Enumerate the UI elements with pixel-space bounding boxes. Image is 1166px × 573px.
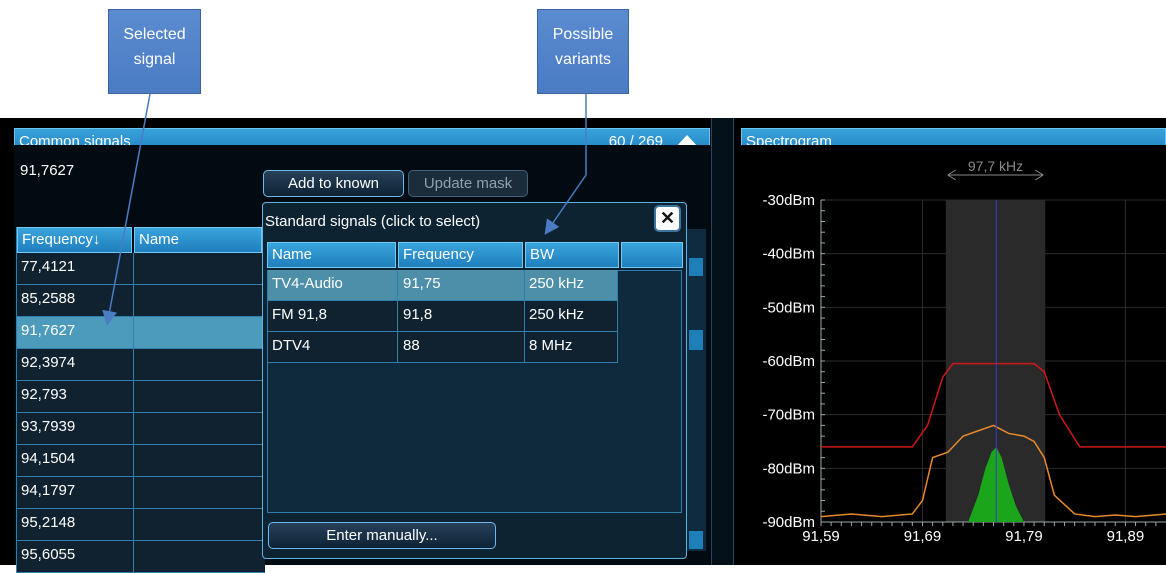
frequency-cell: 88 — [403, 337, 420, 354]
y-tick-label: -80dBm — [762, 460, 815, 477]
y-tick-label: -50dBm — [762, 299, 815, 316]
y-tick-label: -70dBm — [762, 407, 815, 424]
column-name[interactable]: Name — [134, 227, 262, 253]
app-window: Common signals 60 / 269 91,7627 Add to k… — [0, 118, 1166, 573]
cell-separator — [133, 253, 134, 284]
table-row[interactable]: 94,1797 — [17, 477, 265, 509]
cell-separator — [524, 301, 525, 331]
frequency-cell: 94,1504 — [21, 450, 76, 467]
table-row[interactable]: 91,7627 — [17, 317, 265, 349]
sort-arrow-icon: ↓ — [92, 231, 101, 248]
cell-separator — [524, 332, 525, 362]
cell-separator — [133, 349, 134, 380]
bandwidth-label: 97,7 kHz — [968, 158, 1023, 174]
callout-line: Selected — [123, 26, 186, 43]
name-cell: TV4-Audio — [272, 275, 343, 292]
callout-line: signal — [133, 51, 176, 68]
bw-cell: 250 kHz — [529, 275, 585, 292]
column-frequency[interactable]: Frequency↓ — [17, 227, 132, 253]
y-tick-label: -60dBm — [762, 353, 815, 370]
scroll-thumb[interactable] — [689, 330, 703, 350]
table-header: Frequency↓ Name — [17, 227, 265, 253]
table-row[interactable]: 93,7939 — [17, 413, 265, 445]
table-row[interactable]: 77,4121 — [17, 253, 265, 285]
spectrogram-panel: -30dBm -40dBm -50dBm -60dBm -70dBm -80dBm -90d… — [735, 145, 1166, 565]
callout-selected-signal: Selected signal — [108, 9, 201, 94]
cell-separator — [133, 541, 134, 572]
name-cell: FM 91,8 — [272, 306, 328, 323]
callout-line: Possible — [552, 26, 614, 43]
column-frequency[interactable]: Frequency — [398, 242, 523, 268]
standard-signal-row[interactable]: DTV4 88 8 MHz — [267, 332, 618, 363]
close-icon[interactable]: ✕ — [654, 205, 681, 232]
column-extra[interactable] — [621, 242, 683, 268]
frequency-cell: 93,7939 — [21, 418, 76, 435]
x-tick-label: 91,69 — [904, 528, 942, 545]
y-tick-label: -40dBm — [762, 246, 815, 263]
x-tick-label: 91,79 — [1005, 528, 1043, 545]
column-bw[interactable]: BW — [525, 242, 619, 268]
scroll-down-arrow-icon[interactable] — [689, 531, 703, 549]
cell-separator — [133, 285, 134, 316]
frequency-cell: 92,3974 — [21, 354, 76, 371]
frequency-cell: 92,793 — [21, 386, 67, 403]
column-name[interactable]: Name — [267, 242, 396, 268]
popup-title: Standard signals (click to select) — [265, 213, 481, 230]
y-tick-label: -30dBm — [762, 192, 815, 209]
enter-manually-button[interactable]: Enter manually... — [268, 522, 496, 549]
cell-separator — [397, 270, 398, 300]
frequency-cell: 91,75 — [403, 275, 441, 292]
standard-signal-row[interactable]: FM 91,8 91,8 250 kHz — [267, 301, 618, 332]
column-label: Frequency — [22, 231, 93, 248]
cell-separator — [524, 270, 525, 300]
spectrum-chart[interactable]: -30dBm-40dBm-50dBm-60dBm-70dBm-80dBm-90d… — [735, 145, 1166, 565]
standard-signal-row[interactable]: TV4-Audio 91,75 250 kHz — [267, 270, 618, 301]
update-mask-button[interactable]: Update mask — [408, 170, 528, 197]
cell-separator — [133, 477, 134, 508]
selected-frequency: 91,7627 — [20, 162, 75, 179]
frequency-cell: 94,1797 — [21, 482, 76, 499]
table-row[interactable]: 95,2148 — [17, 509, 265, 541]
bw-cell: 250 kHz — [529, 306, 585, 323]
frequency-cell: 95,6055 — [21, 546, 76, 563]
cell-separator — [133, 317, 134, 348]
add-to-known-button[interactable]: Add to known — [263, 170, 404, 197]
frequency-cell: 95,2148 — [21, 514, 76, 531]
frequency-cell: 85,2588 — [21, 290, 76, 307]
cell-separator — [133, 445, 134, 476]
standard-signals-popup: Standard signals (click to select) ✕ Nam… — [262, 202, 687, 559]
cell-separator — [133, 509, 134, 540]
x-tick-label: 91,89 — [1107, 528, 1145, 545]
frequency-cell: 91,7627 — [21, 322, 76, 339]
bw-cell: 8 MHz — [529, 337, 573, 354]
x-tick-label: 91,59 — [802, 528, 840, 545]
signals-table: Frequency↓ Name 77,4121 85,2588 91,7627 92,… — [16, 227, 265, 573]
cell-separator — [397, 301, 398, 331]
callout-possible-variants: Possible variants — [537, 9, 629, 94]
vertical-scrollbar[interactable] — [686, 229, 706, 551]
table-row[interactable]: 92,793 — [17, 381, 265, 413]
table-row[interactable]: 94,1504 — [17, 445, 265, 477]
callout-line: variants — [554, 51, 612, 68]
panel-divider[interactable] — [711, 118, 734, 565]
cell-separator — [133, 381, 134, 412]
cell-separator — [397, 332, 398, 362]
table-row[interactable]: 95,6055 — [17, 541, 265, 573]
cell-separator — [133, 413, 134, 444]
frequency-cell: 91,8 — [403, 306, 433, 323]
scroll-up-arrow-icon[interactable] — [689, 258, 703, 276]
name-cell: DTV4 — [272, 337, 311, 354]
frequency-cell: 77,4121 — [21, 258, 76, 275]
table-row[interactable]: 85,2588 — [17, 285, 265, 317]
table-row[interactable]: 92,3974 — [17, 349, 265, 381]
